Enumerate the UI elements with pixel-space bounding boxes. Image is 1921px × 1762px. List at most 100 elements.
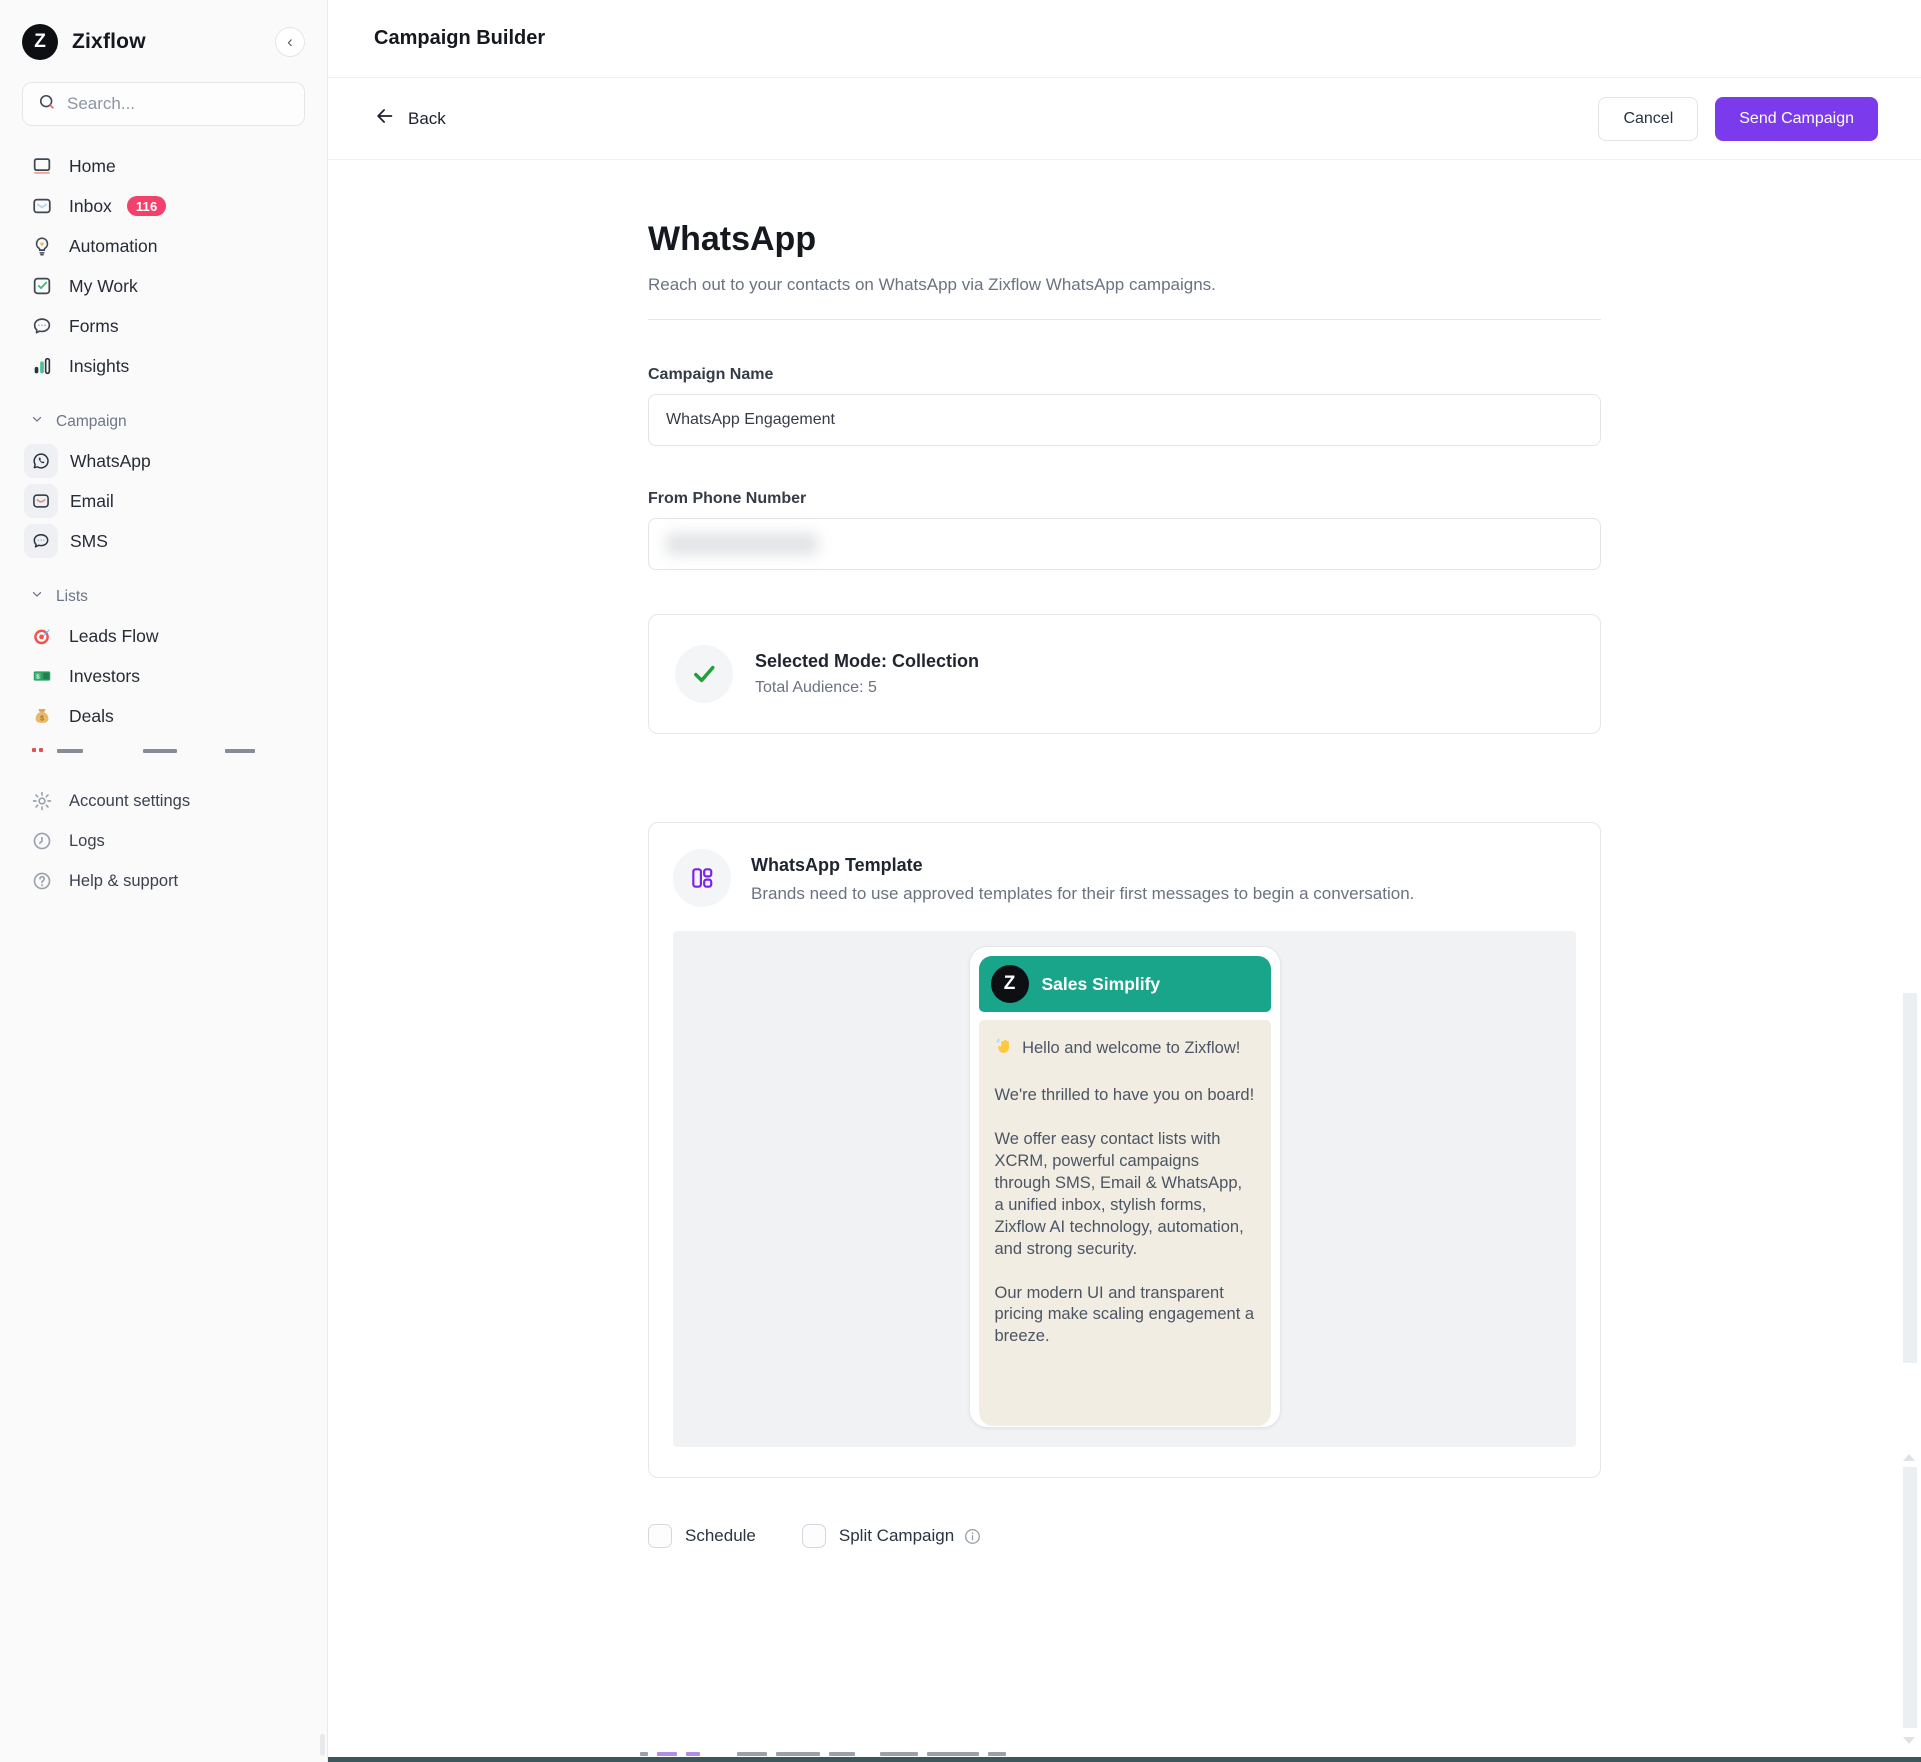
zixflow-app: Z Zixflow ‹ Search... Home Inbox 1 [0,0,1921,1762]
task-check-icon [30,274,54,298]
zixflow-logo: Z [22,24,58,60]
preview-header: Z Sales Simplify [979,956,1271,1012]
send-campaign-button[interactable]: Send Campaign [1715,97,1878,141]
gear-icon [30,789,54,813]
campaign-name-label: Campaign Name [648,366,1601,384]
message-paragraph: Hello and welcome to Zixflow! [995,1037,1255,1063]
svg-text:$: $ [40,713,44,722]
email-icon [24,484,58,518]
template-icon [673,849,731,907]
total-audience: Total Audience: 5 [755,679,979,697]
from-phone-input[interactable] [648,518,1601,570]
channel-title: WhatsApp [648,220,1601,259]
message-paragraph: We're thrilled to have you on board! [995,1085,1255,1107]
sidebar-item-forms[interactable]: Forms [22,306,305,346]
clipped-list-item[interactable] [22,746,305,759]
sidebar-item-home[interactable]: Home [22,146,305,186]
sidebar-item-leads-flow[interactable]: Leads Flow [22,616,305,656]
template-card-header: WhatsApp Template Brands need to use app… [673,849,1576,907]
schedule-label: Schedule [685,1526,756,1546]
bar-chart-icon [30,354,54,378]
sidebar-item-my-work[interactable]: My Work [22,266,305,306]
primary-nav: Home Inbox 116 Automation My Work [22,146,305,386]
money-bag-icon: $ [30,704,54,728]
clipped-section-sliver [640,1748,1006,1756]
template-title: WhatsApp Template [751,849,1414,876]
sender-avatar: Z [991,965,1029,1003]
sidebar-scrollbar[interactable] [320,1734,325,1756]
action-buttons: Cancel Send Campaign [1598,97,1878,141]
search-input[interactable]: Search... [22,82,305,126]
sender-name: Sales Simplify [1042,974,1161,995]
waving-hand-icon [995,1037,1014,1063]
campaign-form: WhatsApp Reach out to your contacts on W… [648,160,1601,1548]
page-header: Campaign Builder [328,0,1921,78]
schedule-option: Schedule [648,1524,756,1548]
info-icon[interactable] [963,1527,982,1546]
search-placeholder: Search... [67,94,135,114]
sidebar-item-automation[interactable]: Automation [22,226,305,266]
sidebar-footer: Account settings Logs Help & support [22,781,305,901]
divider [648,319,1601,320]
selected-mode-title: Selected Mode: Collection [755,651,979,672]
sidebar-item-inbox[interactable]: Inbox 116 [22,186,305,226]
sidebar-item-deals[interactable]: $ Deals [22,696,305,736]
action-bar: Back Cancel Send Campaign [328,78,1921,160]
lists-nav: Leads Flow $ Investors $ Deals [22,616,305,736]
message-preview: Z Sales Simplify Hello and welcome to Zi… [969,946,1281,1428]
campaign-nav: WhatsApp Email SMS [22,441,305,561]
question-icon [30,869,54,893]
back-button[interactable]: Back [374,105,446,132]
sidebar-item-sms[interactable]: SMS [22,521,305,561]
sidebar-item-help-support[interactable]: Help & support [22,861,305,901]
page-title: Campaign Builder [374,27,545,50]
sidebar-collapse-button[interactable]: ‹ [275,27,305,57]
template-preview-panel: Z Sales Simplify Hello and welcome to Zi… [673,931,1576,1447]
arrow-left-icon [374,105,396,132]
scroll-up-arrow-icon[interactable] [1903,1454,1915,1461]
chevron-down-icon [30,587,44,606]
main-area: Campaign Builder Back Cancel Send Campai… [328,0,1921,1762]
sidebar-item-email[interactable]: Email [22,481,305,521]
lightbulb-icon [30,234,54,258]
selected-mode-card: Selected Mode: Collection Total Audience… [648,614,1601,734]
message-paragraph: We offer easy contact lists with XCRM, p… [995,1129,1255,1261]
sidebar-item-logs[interactable]: Logs [22,821,305,861]
home-icon [30,154,54,178]
brand-name: Zixflow [72,30,146,54]
target-dart-icon [30,624,54,648]
money-note-icon: $ [30,664,54,688]
schedule-checkbox[interactable] [648,1524,672,1548]
split-campaign-checkbox[interactable] [802,1524,826,1548]
section-campaign[interactable]: Campaign [22,412,305,431]
inner-scrollbar-thumb[interactable] [1903,1467,1917,1728]
channel-subtitle: Reach out to your contacts on WhatsApp v… [648,275,1601,295]
page-scrollbar-thumb[interactable] [1903,993,1917,1363]
section-lists[interactable]: Lists [22,587,305,606]
sidebar-item-insights[interactable]: Insights [22,346,305,386]
next-section-top-edge [328,1757,1921,1762]
whatsapp-icon [24,444,58,478]
sms-icon [24,524,58,558]
gauge-icon [30,829,54,853]
sidebar-item-investors[interactable]: $ Investors [22,656,305,696]
template-description: Brands need to use approved templates fo… [751,884,1414,904]
search-icon [37,92,57,117]
split-campaign-option: Split Campaign [802,1524,982,1548]
inbox-icon [30,194,54,218]
sidebar: Z Zixflow ‹ Search... Home Inbox 1 [0,0,328,1762]
svg-text:$: $ [36,674,39,680]
cancel-button[interactable]: Cancel [1598,97,1698,141]
whatsapp-template-card: WhatsApp Template Brands need to use app… [648,822,1601,1478]
sidebar-item-account-settings[interactable]: Account settings [22,781,305,821]
brand-row: Z Zixflow ‹ [22,20,305,64]
message-paragraph: Our modern UI and transparent pricing ma… [995,1283,1255,1349]
scroll-down-arrow-icon[interactable] [1903,1737,1915,1744]
success-check-icon [675,645,733,703]
sidebar-item-whatsapp[interactable]: WhatsApp [22,441,305,481]
inbox-unread-badge: 116 [127,196,167,216]
chevron-down-icon [30,412,44,431]
campaign-name-input[interactable] [648,394,1601,446]
message-body: Hello and welcome to Zixflow! We're thril… [979,1020,1271,1426]
split-campaign-label: Split Campaign [839,1526,954,1546]
